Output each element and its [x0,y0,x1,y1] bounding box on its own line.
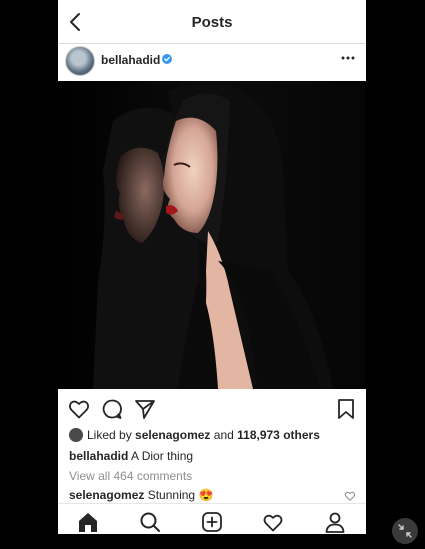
profile-icon[interactable] [324,511,346,533]
comment-emoji: 😍 [198,488,214,502]
verified-badge-icon [162,54,172,64]
home-icon[interactable] [77,511,99,533]
activity-heart-icon[interactable] [262,511,284,533]
instagram-post-screen: Posts bellahadid Liked by selenagomez an… [58,0,366,534]
likes-line: Liked by selenagomez and 118,973 others [69,428,320,442]
likes-joiner: and [213,428,234,442]
post-image [58,81,366,389]
caption-text: A Dior thing [131,449,194,463]
comment-icon[interactable] [100,397,124,421]
minimize-button[interactable] [392,518,418,544]
post-actions [58,397,366,423]
likes-count[interactable]: 118,973 others [237,428,320,442]
more-options-icon[interactable] [340,53,356,63]
share-icon[interactable] [133,397,157,421]
caption-username[interactable]: bellahadid [69,449,128,463]
post-photo[interactable] [58,81,366,389]
add-icon[interactable] [201,511,223,533]
bottom-tab-bar [58,503,366,534]
view-all-comments-link[interactable]: View all 464 comments [69,469,192,483]
liker-username[interactable]: selenagomez [135,428,210,442]
post-header: bellahadid [58,44,366,81]
collapse-arrows-icon [398,524,412,538]
post-caption: bellahadid A Dior thing [69,449,193,463]
comment-text: Stunning [147,488,196,502]
comment-like-icon[interactable] [344,490,356,502]
page-title: Posts [191,14,233,31]
liker-avatar[interactable] [69,428,83,442]
comment-username[interactable]: selenagomez [69,488,144,502]
avatar[interactable] [65,46,95,76]
comment-row: selenagomez Stunning 😍 [69,488,213,502]
likes-prefix: Liked by [87,428,132,442]
heart-icon[interactable] [67,397,91,421]
search-icon[interactable] [139,511,161,533]
top-bar: Posts [58,0,366,44]
bookmark-icon[interactable] [334,397,358,421]
post-username[interactable]: bellahadid [101,53,160,67]
